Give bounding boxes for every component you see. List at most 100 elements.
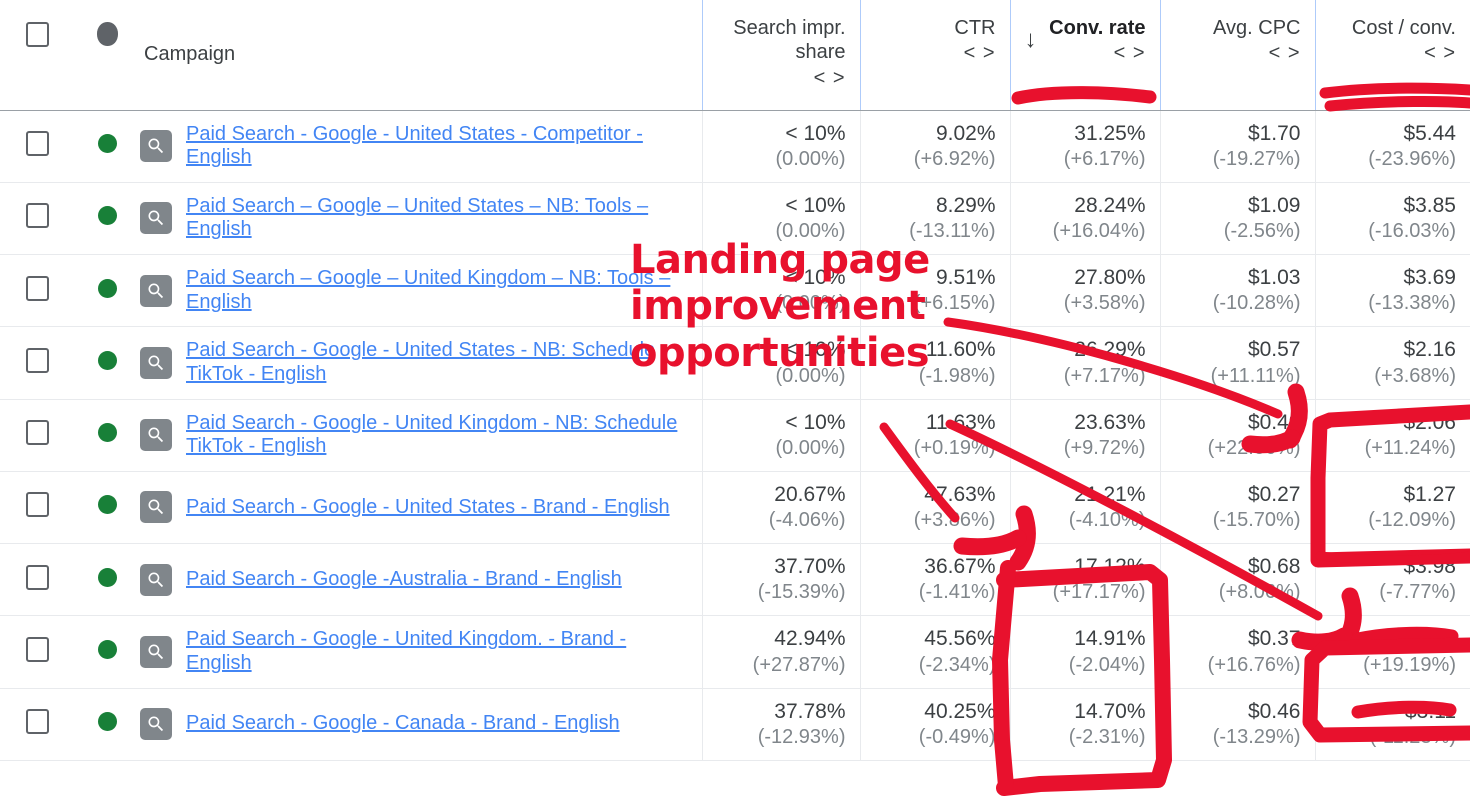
cost-per-conv-value: $5.44 bbox=[1403, 121, 1456, 145]
avg-cpc-delta: (+11.11%) bbox=[1210, 364, 1301, 387]
table-row[interactable]: Paid Search - Google - Canada - Brand - … bbox=[0, 688, 1470, 761]
row-select-cell[interactable] bbox=[0, 254, 74, 327]
search-campaign-type-icon bbox=[140, 419, 172, 452]
header-ctr[interactable]: CTR < > bbox=[859, 0, 1010, 111]
cell-cost-per-conv: $3.69 (-13.38%) bbox=[1314, 254, 1470, 327]
row-select-cell[interactable] bbox=[0, 399, 74, 472]
cost-per-conv-delta: (+11.24%) bbox=[1364, 436, 1456, 459]
campaign-table-screen: Campaign Search impr. share < > CTR < > … bbox=[0, 0, 1470, 810]
campaign-link[interactable]: Paid Search - Google - United States - C… bbox=[186, 123, 690, 170]
cost-per-conv-delta: (+3.68%) bbox=[1374, 364, 1456, 387]
compare-chevrons-icon[interactable]: < > bbox=[1316, 40, 1470, 65]
search-impr-share-value: < 10% bbox=[785, 338, 846, 362]
campaign-column-header[interactable]: Campaign bbox=[140, 0, 702, 111]
conv-rate-value: 21.21% bbox=[1074, 482, 1146, 506]
campaign-cell: Paid Search - Google - United States - B… bbox=[140, 471, 702, 544]
search-campaign-type-icon bbox=[140, 708, 172, 741]
campaign-link[interactable]: Paid Search - Google - United States - N… bbox=[186, 339, 690, 386]
avg-cpc-value: $0.37 bbox=[1247, 627, 1301, 651]
row-checkbox-icon[interactable] bbox=[25, 492, 49, 518]
select-all-header[interactable] bbox=[0, 0, 74, 111]
table-row[interactable]: Paid Search – Google – United States – N… bbox=[0, 182, 1470, 255]
row-checkbox-icon[interactable] bbox=[25, 131, 49, 157]
campaign-link[interactable]: Paid Search - Google -Australia - Brand … bbox=[186, 568, 622, 592]
conv-rate-delta: (-2.04%) bbox=[1068, 653, 1146, 676]
cell-ctr: 9.02% (+6.92%) bbox=[859, 110, 1010, 183]
row-status-cell bbox=[74, 254, 140, 327]
status-enabled-dot-icon bbox=[97, 134, 117, 154]
ctr-value: 40.25% bbox=[924, 699, 996, 723]
row-select-cell[interactable] bbox=[0, 326, 74, 399]
campaign-link[interactable]: Paid Search - Google - United States - B… bbox=[186, 496, 670, 520]
compare-chevrons-icon[interactable]: < > bbox=[861, 40, 1010, 65]
table-row[interactable]: Paid Search - Google - United Kingdom. -… bbox=[0, 615, 1470, 688]
cell-search-impr-share: < 10% (0.00%) bbox=[701, 399, 860, 472]
cell-cost-per-conv: $3.11 (-11.23%) bbox=[1314, 688, 1470, 761]
ctr-value: 9.02% bbox=[935, 121, 996, 145]
header-row: Campaign Search impr. share < > CTR < > … bbox=[0, 0, 1470, 111]
compare-chevrons-icon[interactable]: < > bbox=[1161, 40, 1315, 65]
row-select-cell[interactable] bbox=[0, 110, 74, 183]
campaign-link[interactable]: Paid Search – Google – United Kingdom – … bbox=[186, 267, 690, 314]
header-conv-rate[interactable]: ↓ Conv. rate < > bbox=[1009, 0, 1160, 111]
table-row[interactable]: Paid Search - Google - United States - C… bbox=[0, 110, 1470, 183]
row-checkbox-icon[interactable] bbox=[25, 203, 49, 229]
campaign-cell: Paid Search - Google -Australia - Brand … bbox=[140, 543, 702, 616]
ctr-value: 11.63% bbox=[925, 410, 996, 434]
cost-per-conv-value: $3.98 bbox=[1403, 555, 1456, 578]
cell-ctr: 11.60% (-1.98%) bbox=[859, 326, 1010, 399]
compare-chevrons-icon[interactable]: < > bbox=[703, 65, 860, 90]
table-row[interactable]: Paid Search - Google - United States - B… bbox=[0, 471, 1470, 544]
row-select-cell[interactable] bbox=[0, 688, 74, 761]
campaign-link[interactable]: Paid Search - Google - Canada - Brand - … bbox=[186, 712, 620, 736]
row-select-cell[interactable] bbox=[0, 182, 74, 255]
cost-per-conv-delta: (-23.96%) bbox=[1368, 147, 1456, 170]
row-status-cell bbox=[74, 471, 140, 544]
avg-cpc-value: $0.49 bbox=[1247, 410, 1301, 434]
table-row[interactable]: Paid Search – Google – United Kingdom – … bbox=[0, 254, 1470, 327]
cell-search-impr-share: < 10% (0.00%) bbox=[701, 326, 860, 399]
row-checkbox-icon[interactable] bbox=[25, 636, 49, 662]
search-impr-share-delta: (-15.39%) bbox=[757, 581, 846, 604]
campaigns-table: Campaign Search impr. share < > CTR < > … bbox=[0, 0, 1470, 761]
cell-cost-per-conv: $1.27 (-12.09%) bbox=[1314, 471, 1470, 544]
row-select-cell[interactable] bbox=[0, 615, 74, 688]
avg-cpc-delta: (-10.28%) bbox=[1212, 292, 1301, 315]
cell-avg-cpc: $1.09 (-2.56%) bbox=[1159, 182, 1315, 255]
cell-cost-per-conv: $2.16 (+3.68%) bbox=[1314, 326, 1470, 399]
select-all-checkbox-icon[interactable] bbox=[25, 22, 49, 47]
cell-avg-cpc: $1.03 (-10.28%) bbox=[1159, 254, 1315, 327]
cost-per-conv-value: $3.69 bbox=[1403, 266, 1456, 289]
status-enabled-dot-icon bbox=[97, 423, 117, 443]
cell-conv-rate: 14.91% (-2.04%) bbox=[1009, 615, 1160, 688]
table-row[interactable]: Paid Search - Google - United Kingdom - … bbox=[0, 399, 1470, 472]
conv-rate-delta: (+16.04%) bbox=[1052, 220, 1146, 242]
cell-avg-cpc: $0.46 (-13.29%) bbox=[1159, 688, 1315, 761]
avg-cpc-value: $0.27 bbox=[1247, 482, 1301, 506]
header-cost-per-conv[interactable]: Cost / conv. < > bbox=[1314, 0, 1470, 111]
table-row[interactable]: Paid Search - Google -Australia - Brand … bbox=[0, 543, 1470, 616]
table-row[interactable]: Paid Search - Google - United States - N… bbox=[0, 326, 1470, 399]
row-checkbox-icon[interactable] bbox=[25, 275, 49, 301]
row-select-cell[interactable] bbox=[0, 471, 74, 544]
row-checkbox-icon[interactable] bbox=[25, 564, 49, 590]
campaign-link[interactable]: Paid Search - Google - United Kingdom. -… bbox=[186, 628, 690, 675]
cell-conv-rate: 17.12% (+17.17%) bbox=[1009, 543, 1160, 616]
row-status-cell bbox=[74, 399, 140, 472]
row-select-cell[interactable] bbox=[0, 543, 74, 616]
campaign-link[interactable]: Paid Search - Google - United Kingdom - … bbox=[186, 412, 690, 459]
sort-descending-icon[interactable]: ↓ bbox=[1025, 28, 1037, 52]
row-checkbox-icon[interactable] bbox=[25, 420, 49, 446]
header-avg-cpc[interactable]: Avg. CPC < > bbox=[1159, 0, 1315, 111]
avg-cpc-value: $1.03 bbox=[1247, 266, 1301, 289]
header-search-impr-share[interactable]: Search impr. share < > bbox=[701, 0, 860, 111]
search-impr-share-delta: (0.00%) bbox=[775, 220, 846, 242]
campaign-link[interactable]: Paid Search – Google – United States – N… bbox=[186, 195, 690, 242]
conv-rate-value: 26.29% bbox=[1074, 338, 1146, 362]
row-checkbox-icon[interactable] bbox=[25, 347, 49, 373]
search-campaign-type-icon bbox=[140, 202, 172, 235]
cost-per-conv-value: $3.85 bbox=[1403, 193, 1456, 217]
cost-per-conv-value: $3.11 bbox=[1405, 699, 1456, 723]
row-checkbox-icon[interactable] bbox=[25, 709, 49, 735]
cell-ctr: 45.56% (-2.34%) bbox=[859, 615, 1010, 688]
